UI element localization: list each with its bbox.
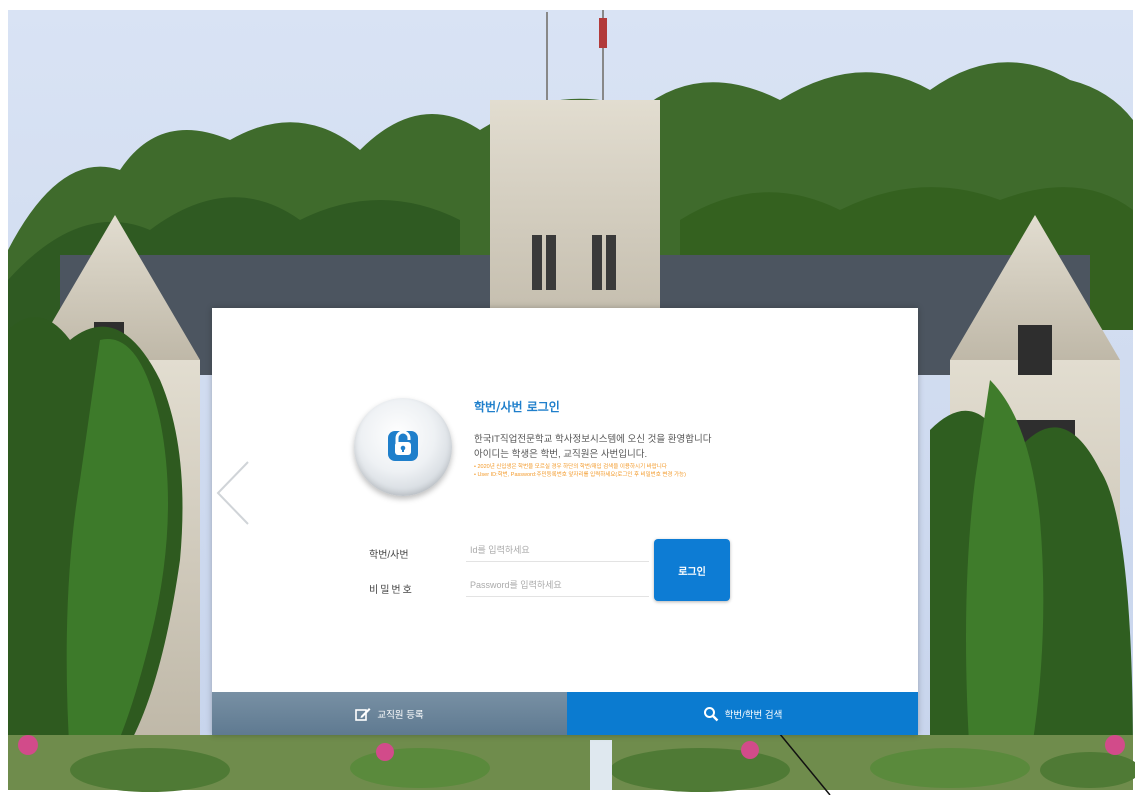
search-icon — [703, 706, 718, 721]
search-label: 학번/학번 검색 — [724, 709, 783, 721]
login-title: 학번/사번 로그인 — [474, 400, 560, 414]
lock-icon — [388, 430, 418, 461]
password-label: 비밀번호 — [369, 585, 414, 596]
login-button[interactable]: 로그인 — [654, 539, 730, 601]
id-label: 학번/사번 — [369, 550, 409, 561]
welcome-text: 한국IT직업전문학교 학사정보시스템에 오신 것을 환영합니다 아이디는 학생은… — [474, 432, 712, 462]
notice-line: • User ID:학번, Password:주민등록번호 앞자리를 입력하세요… — [474, 472, 686, 478]
notice-text: • 2020년 신입생은 학번을 모르실 경우 하단의 학번/재입 검색을 이용… — [474, 463, 686, 479]
login-dialog: 학번/사번 로그인 한국IT직업전문학교 학사정보시스템에 오신 것을 환영합니… — [212, 308, 918, 735]
password-input[interactable] — [466, 574, 649, 597]
bottom-bar: 교직원 등록 학번/학번 검색 — [212, 692, 918, 735]
id-input[interactable] — [466, 539, 649, 562]
staff-register-button[interactable]: 교직원 등록 — [212, 692, 567, 735]
welcome-line: 아이디는 학생은 학번, 교직원은 사번입니다. — [474, 449, 648, 460]
edit-icon — [355, 707, 371, 721]
chevron-left-icon[interactable] — [212, 458, 252, 528]
lock-badge — [354, 398, 452, 496]
search-button[interactable]: 학번/학번 검색 — [567, 692, 918, 735]
staff-register-label: 교직원 등록 — [377, 709, 424, 721]
welcome-line: 한국IT직업전문학교 학사정보시스템에 오신 것을 환영합니다 — [474, 434, 712, 445]
notice-line: • 2020년 신입생은 학번을 모르실 경우 하단의 학번/재입 검색을 이용… — [474, 464, 667, 470]
